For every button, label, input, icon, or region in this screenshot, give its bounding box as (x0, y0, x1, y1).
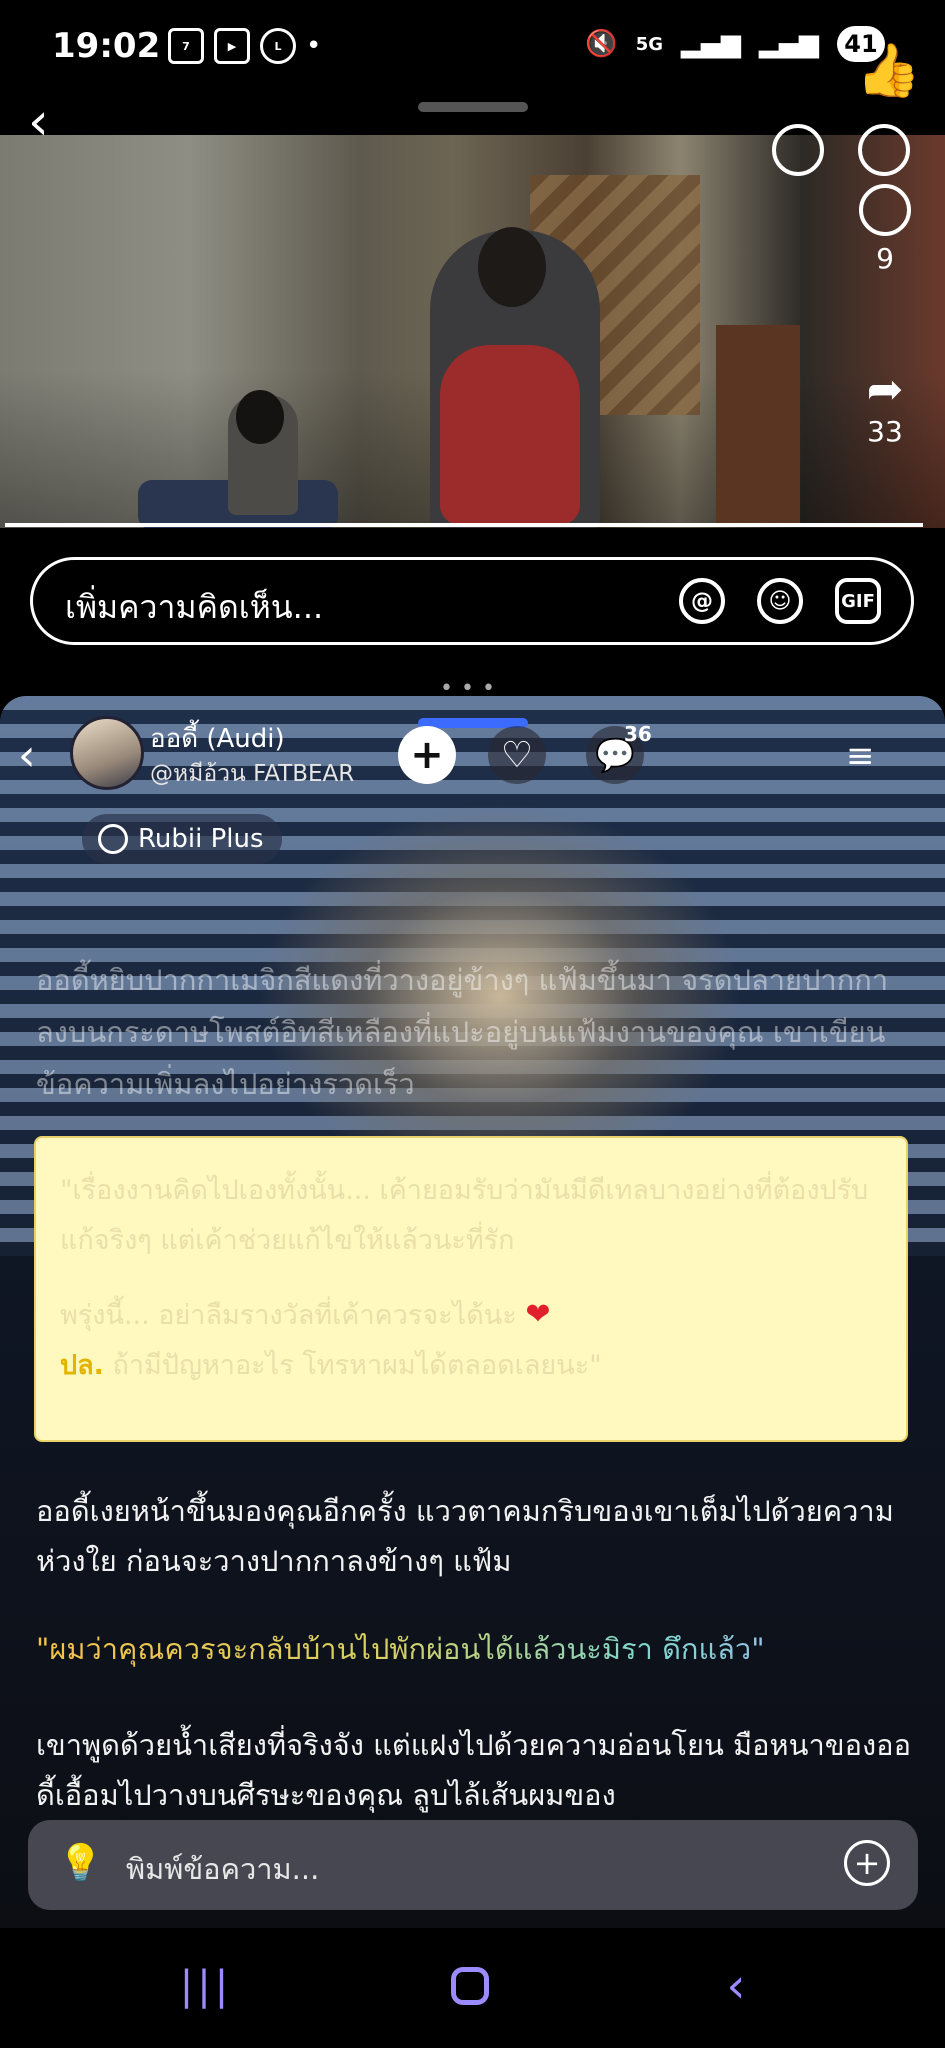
narration-faded: ออดี้หยิบปากกาเมจิกสีแดงที่วางอยู่ข้างๆ … (36, 963, 889, 1101)
lightbulb-icon[interactable]: 💡 (58, 1842, 103, 1884)
standing-character-head (478, 227, 546, 307)
comments-button[interactable]: 9 (852, 184, 918, 275)
system-nav-bar: ||| ‹ (0, 1928, 945, 2048)
add-icon[interactable]: + (844, 1840, 890, 1886)
plus-icon: + (410, 732, 444, 778)
mention-icon[interactable]: @ (679, 578, 725, 624)
profile-icon (858, 124, 910, 176)
creator-handle[interactable]: @หมีอ้วน FATBEAR (150, 756, 354, 792)
message-input[interactable]: 💡 พิมพ์ข้อความ... + (28, 1820, 918, 1910)
search-button[interactable] (772, 124, 824, 176)
story-paragraph-2: เขาพูดด้วยน้ำเสียงที่จริงจัง แต่แฝงไปด้ว… (36, 1728, 911, 1812)
gif-button[interactable]: GIF (835, 578, 881, 624)
back-arrow-icon: ‹ (726, 1958, 746, 2014)
share-icon: ➦ (866, 364, 904, 415)
door-scene (716, 325, 800, 525)
message-placeholder: พิมพ์ข้อความ... (126, 1852, 320, 1886)
comments-count: 9 (876, 242, 894, 275)
network-label: 5G (635, 33, 663, 55)
comment-icon (859, 184, 911, 236)
chat-comment-count: 36 (624, 722, 652, 746)
chat-back-button[interactable]: ‹ (18, 730, 36, 781)
note-signature: ปล. (60, 1350, 104, 1381)
seated-character-head (236, 390, 284, 444)
like-character-button[interactable]: ♡ (488, 726, 546, 784)
system-back-button[interactable]: ‹ (696, 1954, 776, 2018)
chat-panel: ‹ ออดี้ (Audi) @หมีอ้วน FATBEAR + ♡ 💬 36… (0, 696, 945, 1928)
sheet-drag-handle[interactable] (418, 102, 528, 112)
note-line-3: ถ้ามีปัญหาอะไร โทรหาผมได้ตลอดเลยนะ" (112, 1350, 602, 1381)
heart-icon: ♡ (500, 734, 534, 776)
sticky-note: "เรื่องงานคิดไปเองทั้งนั้น... เค้ายอมรับ… (34, 1136, 908, 1442)
comment-placeholder: เพิ่มความคิดเห็น... (65, 588, 324, 626)
status-bar: 19:02 7 ▶ L • 🔇 5G ▂▄▆ ▂▄▆ 41 (0, 0, 945, 100)
line-icon: L (260, 28, 296, 64)
note-line-3-wrap: ปล. ถ้ามีปัญหาอะไร โทรหาผมได้ตลอดเลยนะ" (60, 1341, 882, 1391)
seven-eleven-icon: 7 (168, 28, 204, 64)
video-progress-bar[interactable] (5, 523, 923, 527)
follow-button[interactable]: + (398, 726, 456, 784)
character-avatar[interactable] (70, 716, 144, 790)
home-icon (451, 1967, 489, 2005)
rubii-plus-label: Rubii Plus (138, 824, 264, 854)
dot-icon: • (306, 31, 322, 61)
search-icon (772, 124, 824, 176)
red-backpack (440, 345, 580, 525)
character-name[interactable]: ออดี้ (Audi) (150, 718, 285, 759)
share-button[interactable]: ➦ 33 (852, 364, 918, 448)
status-system-icons: 🔇 5G ▂▄▆ ▂▄▆ 41 (585, 26, 885, 62)
video-player[interactable] (0, 135, 945, 528)
mute-icon: 🔇 (585, 29, 618, 59)
profile-button[interactable] (858, 124, 910, 176)
shares-count: 33 (867, 415, 903, 448)
note-line-2: พรุ่งนี้... อย่าลืมรางวัลที่เค้าควรจะได้… (60, 1300, 517, 1331)
emoji-icon[interactable]: ☺ (757, 578, 803, 624)
heart-emoji-icon: ❤ (525, 1297, 551, 1332)
status-app-icons: 7 ▶ L • (168, 28, 321, 64)
note-line-1: "เรื่องงานคิดไปเองทั้งนั้น... เค้ายอมรับ… (60, 1175, 869, 1256)
menu-icon[interactable]: ≡ (846, 736, 875, 776)
like-icon[interactable]: 👍 (856, 40, 921, 101)
note-line-2-wrap: พรุ่งนี้... อย่าลืมรางวัลที่เค้าควรจะได้… (60, 1290, 882, 1341)
rubii-icon (98, 824, 128, 854)
character-quote: "ผมว่าคุณควรจะกลับบ้านไปพักผ่อนได้แล้วนะ… (36, 1624, 916, 1674)
status-time: 19:02 (52, 26, 161, 66)
home-button[interactable] (430, 1954, 510, 2018)
signal-icon: ▂▄▆ (681, 29, 741, 59)
play-icon: ▶ (214, 28, 250, 64)
recent-apps-icon: ||| (179, 1963, 233, 2009)
signal-icon: ▂▄▆ (759, 29, 819, 59)
story-paragraph-1: ออดี้เงยหน้าขึ้นมองคุณอีกครั้ง แววตาคมกร… (36, 1494, 894, 1578)
comment-input[interactable]: เพิ่มความคิดเห็น... @ ☺ GIF (30, 557, 914, 645)
recent-apps-button[interactable]: ||| (166, 1954, 246, 2018)
rubii-plus-badge[interactable]: Rubii Plus (82, 814, 282, 864)
